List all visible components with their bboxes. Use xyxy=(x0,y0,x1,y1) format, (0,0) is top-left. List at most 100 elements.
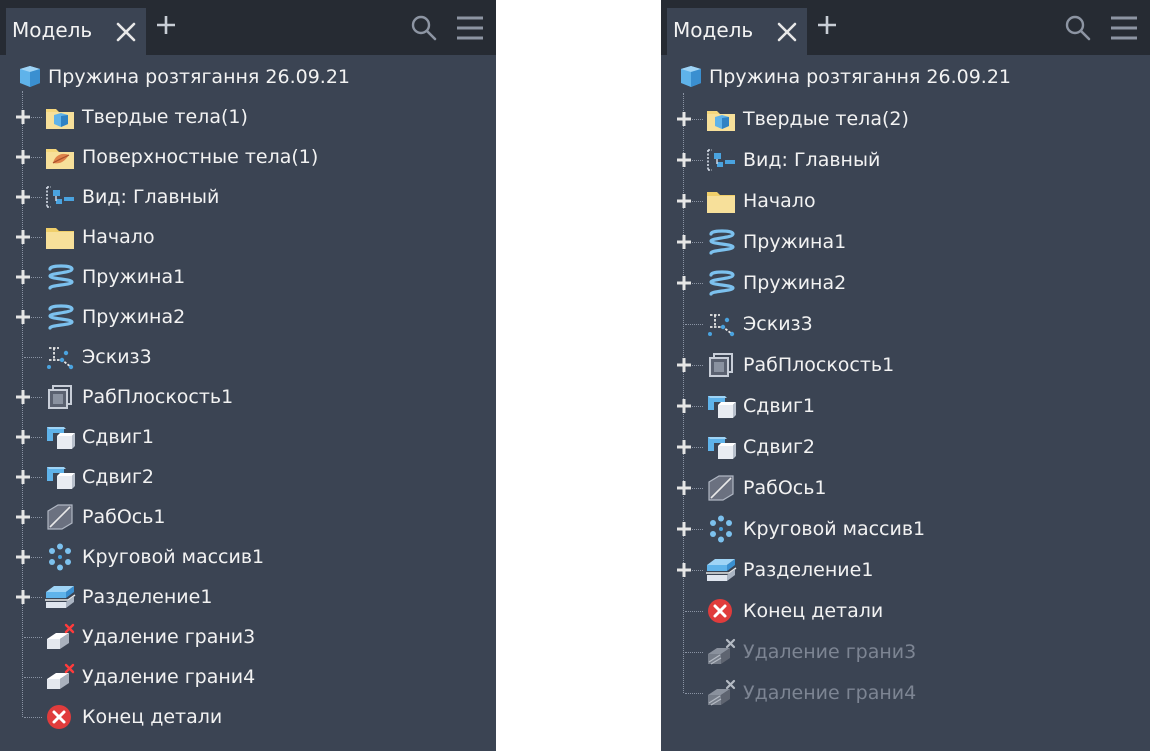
tree-node[interactable]: Вид: Главный xyxy=(0,177,496,217)
expand-icon[interactable] xyxy=(676,562,692,578)
tree-node[interactable]: Твердые тела(1) xyxy=(0,97,496,137)
tree-node[interactable]: Вид: Главный xyxy=(661,140,1150,180)
tree-node[interactable]: Поверхностные тела(1) xyxy=(0,137,496,177)
end-of-part-icon xyxy=(44,703,76,731)
tree-node[interactable]: Удаление грани3 xyxy=(661,632,1150,672)
tree-node-label: Конец детали xyxy=(82,706,223,728)
tree-node[interactable]: Удаление грани4 xyxy=(661,673,1150,713)
tree-connector xyxy=(31,397,42,398)
search-icon[interactable] xyxy=(410,14,438,42)
tree-node[interactable]: Пружина2 xyxy=(661,263,1150,303)
tree-connector xyxy=(692,406,703,407)
menu-icon[interactable] xyxy=(454,14,486,42)
sketch-icon xyxy=(705,310,737,338)
expand-icon[interactable] xyxy=(15,109,31,125)
tree-node[interactable]: Сдвиг2 xyxy=(0,457,496,497)
tree-node[interactable]: РабПлоскость1 xyxy=(661,345,1150,385)
tab-label: Модель xyxy=(12,18,93,42)
tree-connector xyxy=(31,277,42,278)
tree-node[interactable]: Круговой массив1 xyxy=(661,509,1150,549)
expand-icon[interactable] xyxy=(15,149,31,165)
tree-node-label: Пружина1 xyxy=(743,231,847,253)
close-icon[interactable] xyxy=(775,20,799,44)
expand-icon[interactable] xyxy=(676,193,692,209)
tab-model[interactable]: Модель xyxy=(6,8,146,55)
tree-node[interactable]: РабОсь1 xyxy=(661,468,1150,508)
add-tab-icon[interactable] xyxy=(816,14,838,36)
view-icon xyxy=(705,146,737,174)
close-icon[interactable] xyxy=(114,20,138,44)
solid-bodies-folder-icon xyxy=(44,103,76,131)
tree-connector xyxy=(24,677,42,678)
work-axis-icon xyxy=(44,503,76,531)
tree-node[interactable]: Разделение1 xyxy=(0,577,496,617)
tree-node[interactable]: Удаление грани4 xyxy=(0,657,496,697)
sweep-icon xyxy=(44,463,76,491)
origin-folder-icon xyxy=(705,187,737,215)
menu-icon[interactable] xyxy=(1108,14,1140,42)
tree-connector xyxy=(692,160,703,161)
expand-icon[interactable] xyxy=(676,234,692,250)
expand-icon[interactable] xyxy=(676,111,692,127)
model-tree: Пружина розтягання 26.09.21 Твердые тела(… xyxy=(661,55,1150,751)
tree-node[interactable]: Начало xyxy=(0,217,496,257)
expand-icon[interactable] xyxy=(15,469,31,485)
tree-root-part[interactable]: Пружина розтягання 26.09.21 xyxy=(0,57,496,97)
tree-node[interactable]: Пружина2 xyxy=(0,297,496,337)
expand-icon[interactable] xyxy=(676,398,692,414)
solid-bodies-folder-icon xyxy=(705,105,737,133)
tree-node[interactable]: Сдвиг1 xyxy=(661,386,1150,426)
tree-root-part[interactable]: Пружина розтягання 26.09.21 xyxy=(661,57,1150,97)
tab-model[interactable]: Модель xyxy=(667,8,807,55)
tree-node[interactable]: Разделение1 xyxy=(661,550,1150,590)
tree-node[interactable]: Сдвиг2 xyxy=(661,427,1150,467)
tree-connector xyxy=(31,557,42,558)
expand-icon[interactable] xyxy=(15,389,31,405)
tree-node-label: Удаление грани3 xyxy=(743,641,917,663)
coil-icon xyxy=(44,263,76,291)
tree-node[interactable]: Конец детали xyxy=(661,591,1150,631)
expand-icon[interactable] xyxy=(676,439,692,455)
expand-icon[interactable] xyxy=(15,429,31,445)
search-icon[interactable] xyxy=(1064,14,1092,42)
end-of-part-icon xyxy=(705,597,737,625)
expand-icon[interactable] xyxy=(676,480,692,496)
delete-face-suppressed-icon xyxy=(705,638,737,666)
expand-icon[interactable] xyxy=(15,229,31,245)
delete-face-suppressed-icon xyxy=(705,679,737,707)
tree-node-label: Поверхностные тела(1) xyxy=(82,146,319,168)
expand-icon[interactable] xyxy=(15,309,31,325)
tree-node[interactable]: Пружина1 xyxy=(0,257,496,297)
tree-node[interactable]: Эскиз3 xyxy=(661,304,1150,344)
expand-icon[interactable] xyxy=(15,549,31,565)
tree-node-label: Удаление грани3 xyxy=(82,626,256,648)
tree-node[interactable]: Эскиз3 xyxy=(0,337,496,377)
tree-node-label: Начало xyxy=(82,226,155,248)
tree-node[interactable]: Сдвиг1 xyxy=(0,417,496,457)
add-tab-icon[interactable] xyxy=(155,14,177,36)
tree-node-label: Удаление грани4 xyxy=(82,666,256,688)
tree-connector xyxy=(31,197,42,198)
tree-node[interactable]: Конец детали xyxy=(0,697,496,737)
tree-node-label: Круговой массив1 xyxy=(743,518,926,540)
expand-icon[interactable] xyxy=(15,509,31,525)
expand-icon[interactable] xyxy=(15,189,31,205)
tree-node[interactable]: Начало xyxy=(661,181,1150,221)
tree-node[interactable]: РабПлоскость1 xyxy=(0,377,496,417)
tree-node[interactable]: Твердые тела(2) xyxy=(661,99,1150,139)
tree-connector xyxy=(31,517,42,518)
expand-icon[interactable] xyxy=(676,521,692,537)
expand-icon[interactable] xyxy=(676,357,692,373)
surface-bodies-folder-icon xyxy=(44,143,76,171)
part-cube-icon xyxy=(675,65,703,89)
expand-icon[interactable] xyxy=(676,275,692,291)
tree-node[interactable]: Круговой массив1 xyxy=(0,537,496,577)
expand-icon[interactable] xyxy=(15,269,31,285)
tree-node[interactable]: Пружина1 xyxy=(661,222,1150,262)
expand-icon[interactable] xyxy=(676,152,692,168)
tree-connector xyxy=(31,597,42,598)
tree-node[interactable]: Удаление грани3 xyxy=(0,617,496,657)
model-tree: Пружина розтягання 26.09.21 Твердые тела(… xyxy=(0,55,496,751)
tree-node[interactable]: РабОсь1 xyxy=(0,497,496,537)
expand-icon[interactable] xyxy=(15,589,31,605)
